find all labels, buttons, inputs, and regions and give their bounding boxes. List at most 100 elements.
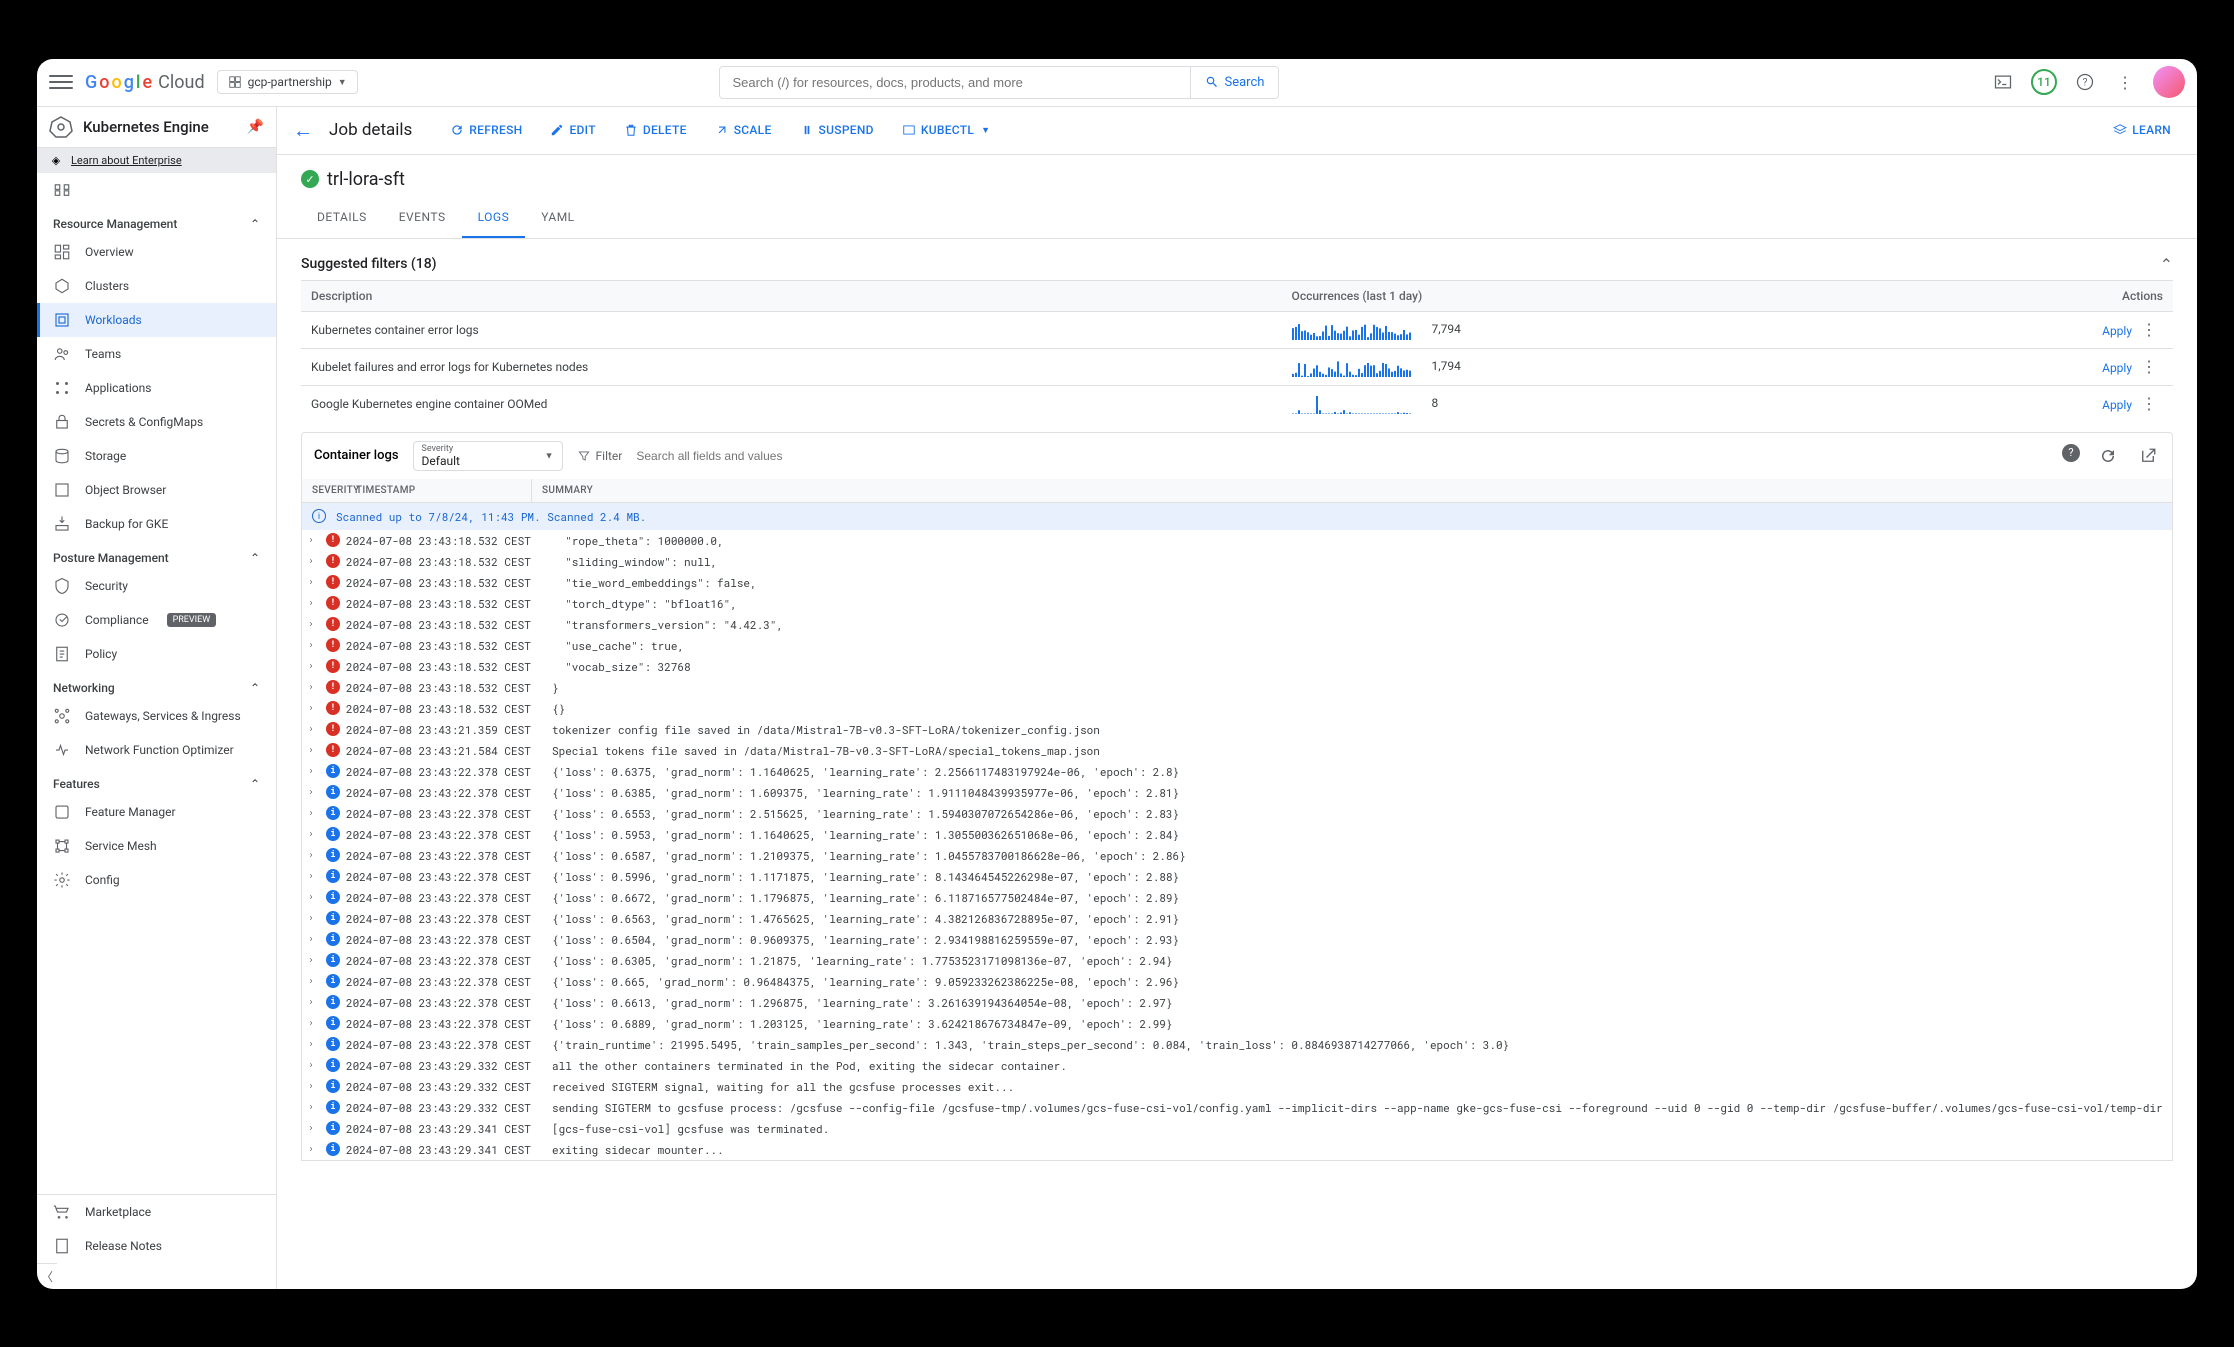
expand-icon[interactable]: ›: [308, 890, 320, 903]
log-row[interactable]: › i 2024-07-08 23:43:22.378 CEST {'loss'…: [302, 1013, 2172, 1034]
section-networking[interactable]: Networking⌃: [37, 671, 276, 699]
section-resource[interactable]: Resource Management⌃: [37, 207, 276, 235]
expand-icon[interactable]: ›: [308, 743, 320, 756]
more-icon[interactable]: ⋮: [2135, 394, 2163, 413]
log-row[interactable]: › i 2024-07-08 23:43:29.341 CEST exiting…: [302, 1139, 2172, 1160]
log-row[interactable]: › ! 2024-07-08 23:43:18.532 CEST "rope_t…: [302, 530, 2172, 551]
nav-secrets[interactable]: Secrets & ConfigMaps: [37, 405, 276, 439]
learn-button[interactable]: LEARN: [2103, 117, 2181, 143]
expand-icon[interactable]: ›: [308, 722, 320, 735]
expand-icon[interactable]: ›: [308, 680, 320, 693]
log-row[interactable]: › i 2024-07-08 23:43:29.341 CEST [gcs-fu…: [302, 1118, 2172, 1139]
delete-button[interactable]: DELETE: [614, 117, 697, 143]
nav-gateways[interactable]: Gateways, Services & Ingress: [37, 699, 276, 733]
search-input[interactable]: [720, 67, 1189, 98]
expand-icon[interactable]: ›: [308, 764, 320, 777]
log-row[interactable]: › ! 2024-07-08 23:43:21.359 CEST tokeniz…: [302, 719, 2172, 740]
log-row[interactable]: › i 2024-07-08 23:43:22.378 CEST {'loss'…: [302, 929, 2172, 950]
scale-button[interactable]: SCALE: [705, 117, 782, 143]
search-button[interactable]: Search: [1190, 67, 1279, 98]
menu-icon[interactable]: [49, 70, 73, 94]
log-row[interactable]: › i 2024-07-08 23:43:22.378 CEST {'loss'…: [302, 782, 2172, 803]
log-row[interactable]: › i 2024-07-08 23:43:22.378 CEST {'loss'…: [302, 824, 2172, 845]
expand-icon[interactable]: ›: [308, 932, 320, 945]
nav-service-mesh[interactable]: Service Mesh: [37, 829, 276, 863]
log-row[interactable]: › i 2024-07-08 23:43:22.378 CEST {'loss'…: [302, 971, 2172, 992]
log-row[interactable]: › ! 2024-07-08 23:43:18.532 CEST {}: [302, 698, 2172, 719]
tab-yaml[interactable]: YAML: [525, 200, 590, 238]
expand-icon[interactable]: ›: [308, 1037, 320, 1050]
nav-security[interactable]: Security: [37, 569, 276, 603]
nav-applications[interactable]: Applications: [37, 371, 276, 405]
back-arrow-icon[interactable]: ←: [293, 118, 313, 143]
log-row[interactable]: › i 2024-07-08 23:43:22.378 CEST {'loss'…: [302, 908, 2172, 929]
refresh-button[interactable]: REFRESH: [440, 117, 532, 143]
nav-teams[interactable]: Teams: [37, 337, 276, 371]
collapse-nav-icon[interactable]: 〈: [37, 1263, 57, 1289]
nav-compliance[interactable]: CompliancePREVIEW: [37, 603, 276, 637]
tab-logs[interactable]: LOGS: [462, 200, 526, 238]
expand-icon[interactable]: ›: [308, 869, 320, 882]
expand-icon[interactable]: ›: [308, 575, 320, 588]
log-row[interactable]: › i 2024-07-08 23:43:22.378 CEST {'loss'…: [302, 845, 2172, 866]
edit-button[interactable]: EDIT: [540, 117, 605, 143]
nav-nfo[interactable]: Network Function Optimizer: [37, 733, 276, 767]
section-features[interactable]: Features⌃: [37, 767, 276, 795]
apply-link[interactable]: Apply: [2102, 361, 2132, 375]
expand-icon[interactable]: ›: [308, 617, 320, 630]
expand-icon[interactable]: ›: [308, 638, 320, 651]
severity-select[interactable]: Severity Default: [413, 441, 563, 471]
pin-icon[interactable]: 📌: [247, 119, 264, 135]
project-selector[interactable]: gcp-partnership ▼: [217, 70, 358, 94]
expand-icon[interactable]: ›: [308, 1016, 320, 1029]
nav-all-fleets[interactable]: [37, 173, 276, 207]
promo-link[interactable]: Learn about Enterprise: [71, 154, 182, 167]
nav-release-notes[interactable]: Release Notes: [37, 1229, 276, 1263]
google-cloud-logo[interactable]: GoogleCloud: [85, 72, 205, 93]
expand-icon[interactable]: ›: [308, 785, 320, 798]
expand-icon[interactable]: ›: [308, 554, 320, 567]
avatar[interactable]: [2153, 66, 2185, 98]
expand-icon[interactable]: ›: [308, 1100, 320, 1113]
apply-link[interactable]: Apply: [2102, 398, 2132, 412]
nav-backup[interactable]: Backup for GKE: [37, 507, 276, 541]
apply-link[interactable]: Apply: [2102, 324, 2132, 338]
help-icon[interactable]: ?: [2073, 70, 2097, 94]
log-row[interactable]: › i 2024-07-08 23:43:29.332 CEST all the…: [302, 1055, 2172, 1076]
nav-feature-manager[interactable]: Feature Manager: [37, 795, 276, 829]
log-row[interactable]: › ! 2024-07-08 23:43:18.532 CEST "torch_…: [302, 593, 2172, 614]
log-row[interactable]: › i 2024-07-08 23:43:22.378 CEST {'train…: [302, 1034, 2172, 1055]
suspend-button[interactable]: SUSPEND: [790, 117, 884, 143]
expand-icon[interactable]: ›: [308, 701, 320, 714]
open-external-icon[interactable]: [2136, 444, 2160, 468]
refresh-logs-icon[interactable]: [2096, 444, 2120, 468]
tab-events[interactable]: EVENTS: [383, 200, 462, 238]
nav-config[interactable]: Config: [37, 863, 276, 897]
nav-storage[interactable]: Storage: [37, 439, 276, 473]
expand-icon[interactable]: ›: [308, 974, 320, 987]
nav-policy[interactable]: Policy: [37, 637, 276, 671]
promo-bar[interactable]: ◈ Learn about Enterprise: [37, 148, 276, 173]
collapse-filters-icon[interactable]: ⌃: [2160, 255, 2173, 274]
more-icon[interactable]: ⋮: [2135, 357, 2163, 376]
log-row[interactable]: › i 2024-07-08 23:43:22.378 CEST {'loss'…: [302, 866, 2172, 887]
expand-icon[interactable]: ›: [308, 1142, 320, 1155]
log-row[interactable]: › ! 2024-07-08 23:43:18.532 CEST }: [302, 677, 2172, 698]
cloud-shell-icon[interactable]: [1991, 70, 2015, 94]
log-row[interactable]: › i 2024-07-08 23:43:29.332 CEST sending…: [302, 1097, 2172, 1118]
expand-icon[interactable]: ›: [308, 827, 320, 840]
nav-object-browser[interactable]: Object Browser: [37, 473, 276, 507]
expand-icon[interactable]: ›: [308, 848, 320, 861]
log-filter-input[interactable]: [636, 449, 836, 463]
log-row[interactable]: › i 2024-07-08 23:43:22.378 CEST {'loss'…: [302, 950, 2172, 971]
log-row[interactable]: › ! 2024-07-08 23:43:21.584 CEST Special…: [302, 740, 2172, 761]
expand-icon[interactable]: ›: [308, 533, 320, 546]
nav-workloads[interactable]: Workloads: [37, 303, 276, 337]
more-icon[interactable]: ⋮: [2135, 320, 2163, 339]
section-posture[interactable]: Posture Management⌃: [37, 541, 276, 569]
expand-icon[interactable]: ›: [308, 953, 320, 966]
expand-icon[interactable]: ›: [308, 911, 320, 924]
log-row[interactable]: › i 2024-07-08 23:43:29.332 CEST receive…: [302, 1076, 2172, 1097]
log-row[interactable]: › ! 2024-07-08 23:43:18.532 CEST "tie_wo…: [302, 572, 2172, 593]
log-row[interactable]: › i 2024-07-08 23:43:22.378 CEST {'loss'…: [302, 803, 2172, 824]
